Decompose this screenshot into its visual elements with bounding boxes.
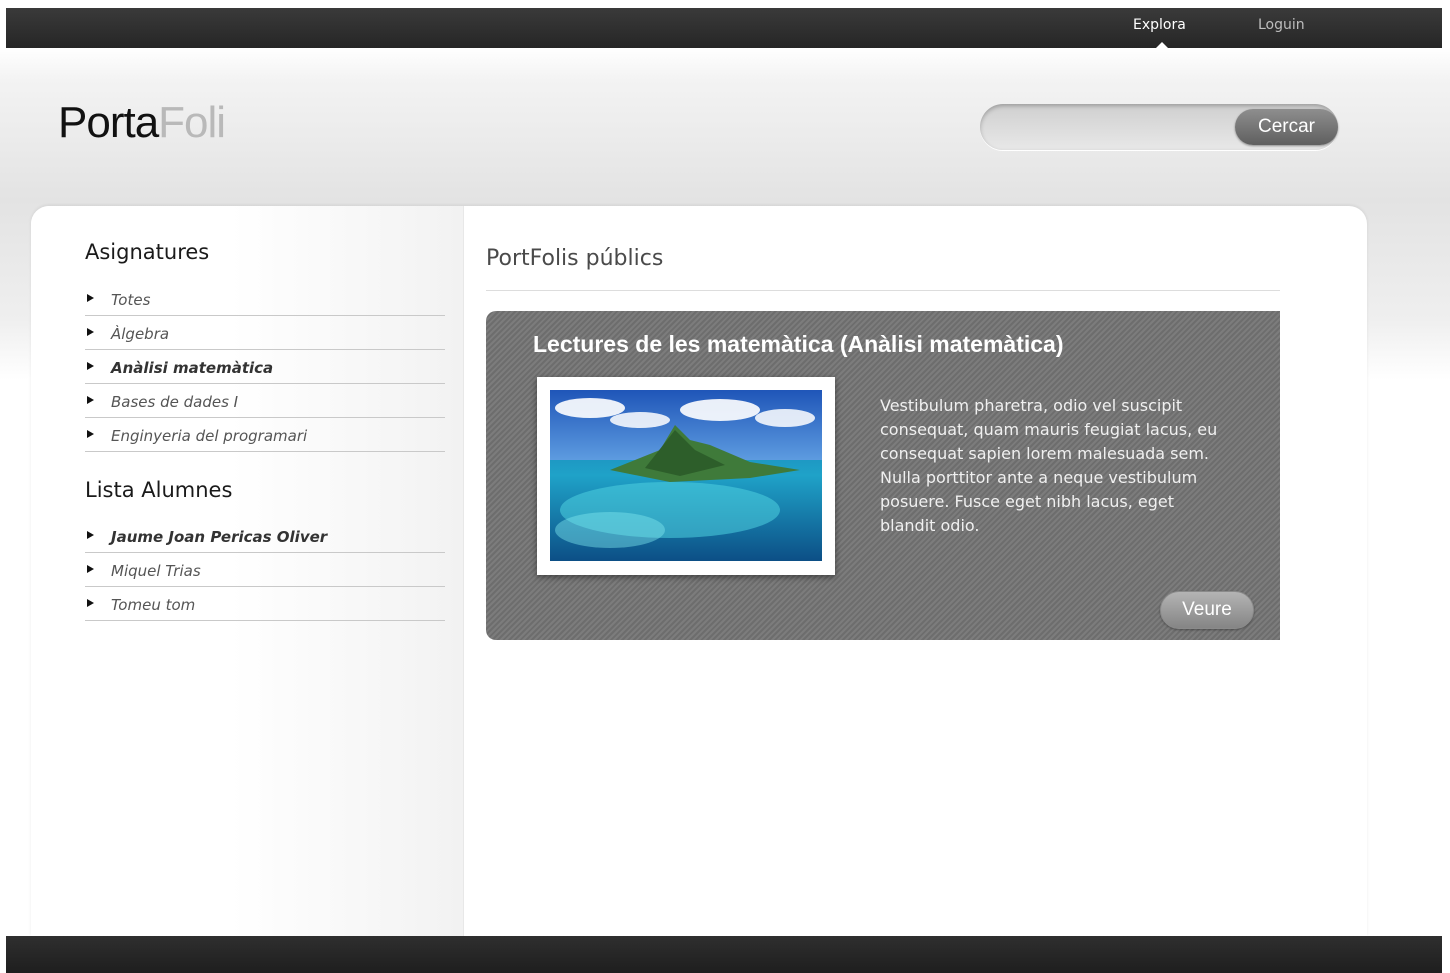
subject-label: Bases de dades I: [111, 393, 239, 411]
bullet-arrow-icon: [87, 531, 94, 539]
student-label: Jaume Joan Pericas Oliver: [111, 528, 328, 546]
logo-part-foli: Foli: [158, 98, 226, 147]
bullet-arrow-icon: [87, 362, 94, 370]
students-heading: Lista Alumnes: [85, 478, 233, 502]
page-title: PortFolis públics: [486, 246, 664, 271]
content-panel: Asignatures Totes Àlgebra Anàlisi matemà…: [31, 206, 1367, 936]
nav-explora[interactable]: Explora: [1133, 17, 1186, 33]
subject-item-analisi[interactable]: Anàlisi matemàtica: [85, 351, 445, 384]
subject-label: Àlgebra: [111, 325, 170, 343]
subjects-list: Totes Àlgebra Anàlisi matemàtica Bases d…: [85, 283, 445, 453]
students-list: Jaume Joan Pericas Oliver Miquel Trias T…: [85, 520, 445, 622]
card-image-frame: [537, 377, 835, 575]
bullet-arrow-icon: [87, 328, 94, 336]
bullet-arrow-icon: [87, 430, 94, 438]
subject-label: Totes: [111, 291, 151, 309]
nav-loguin[interactable]: Loguin: [1258, 17, 1305, 33]
island-thumbnail-image[interactable]: [550, 390, 822, 561]
bullet-arrow-icon: [87, 294, 94, 302]
portfolio-card: Lectures de les matemàtica (Anàlisi mate…: [486, 311, 1280, 640]
student-label: Tomeu tom: [111, 596, 196, 614]
title-divider: [486, 290, 1280, 291]
card-description: Vestibulum pharetra, odio vel suscipit c…: [880, 396, 1218, 535]
bullet-arrow-icon: [87, 565, 94, 573]
bullet-arrow-icon: [87, 599, 94, 607]
search-input[interactable]: [996, 112, 1230, 144]
student-item-tomeu[interactable]: Tomeu tom: [85, 588, 445, 621]
subject-item-algebra[interactable]: Àlgebra: [85, 317, 445, 350]
search-button[interactable]: Cercar: [1235, 109, 1338, 145]
footer-bar: [6, 936, 1442, 973]
sidebar: Asignatures Totes Àlgebra Anàlisi matemà…: [31, 206, 464, 936]
subject-label: Anàlisi matemàtica: [111, 359, 274, 377]
student-item-miquel[interactable]: Miquel Trias: [85, 554, 445, 587]
subjects-heading: Asignatures: [85, 240, 210, 264]
search-box: Cercar: [980, 104, 1338, 150]
logo-part-porta: Porta: [58, 98, 159, 147]
subject-label: Enginyeria del programari: [111, 427, 308, 445]
subject-item-enginyeria[interactable]: Enginyeria del programari: [85, 419, 445, 452]
active-indicator-icon: [1156, 42, 1168, 48]
student-item-jaume[interactable]: Jaume Joan Pericas Oliver: [85, 520, 445, 553]
card-title[interactable]: Lectures de les matemàtica (Anàlisi mate…: [533, 331, 1064, 358]
site-logo[interactable]: PortaFoli: [58, 98, 226, 148]
view-button[interactable]: Veure: [1160, 591, 1254, 629]
top-nav-bar: Explora Loguin: [6, 8, 1442, 48]
subject-item-bases-dades[interactable]: Bases de dades I: [85, 385, 445, 418]
subject-item-totes[interactable]: Totes: [85, 283, 445, 316]
bullet-arrow-icon: [87, 396, 94, 404]
student-label: Miquel Trias: [111, 562, 201, 580]
